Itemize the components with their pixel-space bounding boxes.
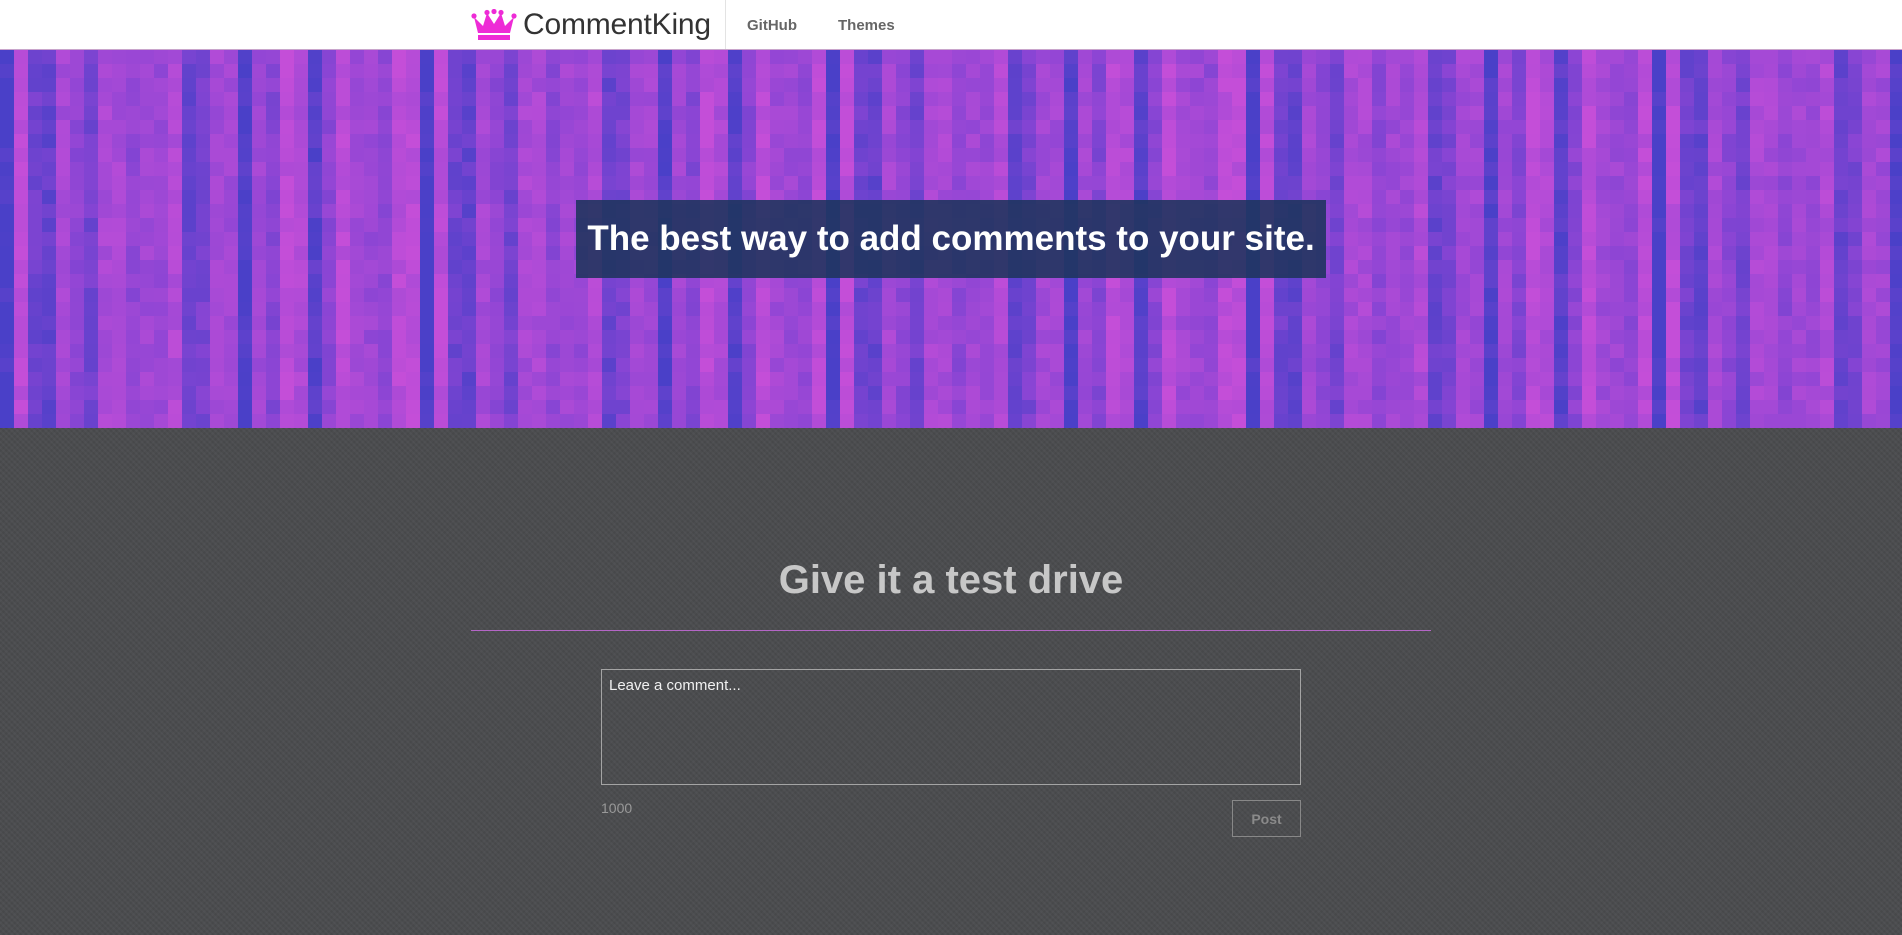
- demo-section: Give it a test drive 1000 Post: [0, 428, 1902, 935]
- post-button[interactable]: Post: [1232, 800, 1301, 837]
- nav-link-github[interactable]: GitHub: [747, 0, 797, 49]
- demo-title: Give it a test drive: [778, 558, 1124, 602]
- demo-divider: [471, 630, 1431, 631]
- char-count: 1000: [601, 800, 633, 816]
- top-navbar: CommentKing GitHub Themes: [0, 0, 1902, 50]
- tagline-box: The best way to add comments to your sit…: [576, 200, 1326, 278]
- brand-name: CommentKing: [523, 7, 711, 41]
- hero-banner: The best way to add comments to your sit…: [0, 50, 1902, 428]
- nav-divider: [725, 0, 726, 49]
- comment-input[interactable]: [601, 669, 1301, 785]
- nav-link-themes[interactable]: Themes: [838, 0, 895, 49]
- crown-icon: [471, 8, 517, 41]
- hero-tagline: The best way to add comments to your sit…: [587, 219, 1315, 258]
- brand-logo-link[interactable]: CommentKing: [471, 0, 711, 49]
